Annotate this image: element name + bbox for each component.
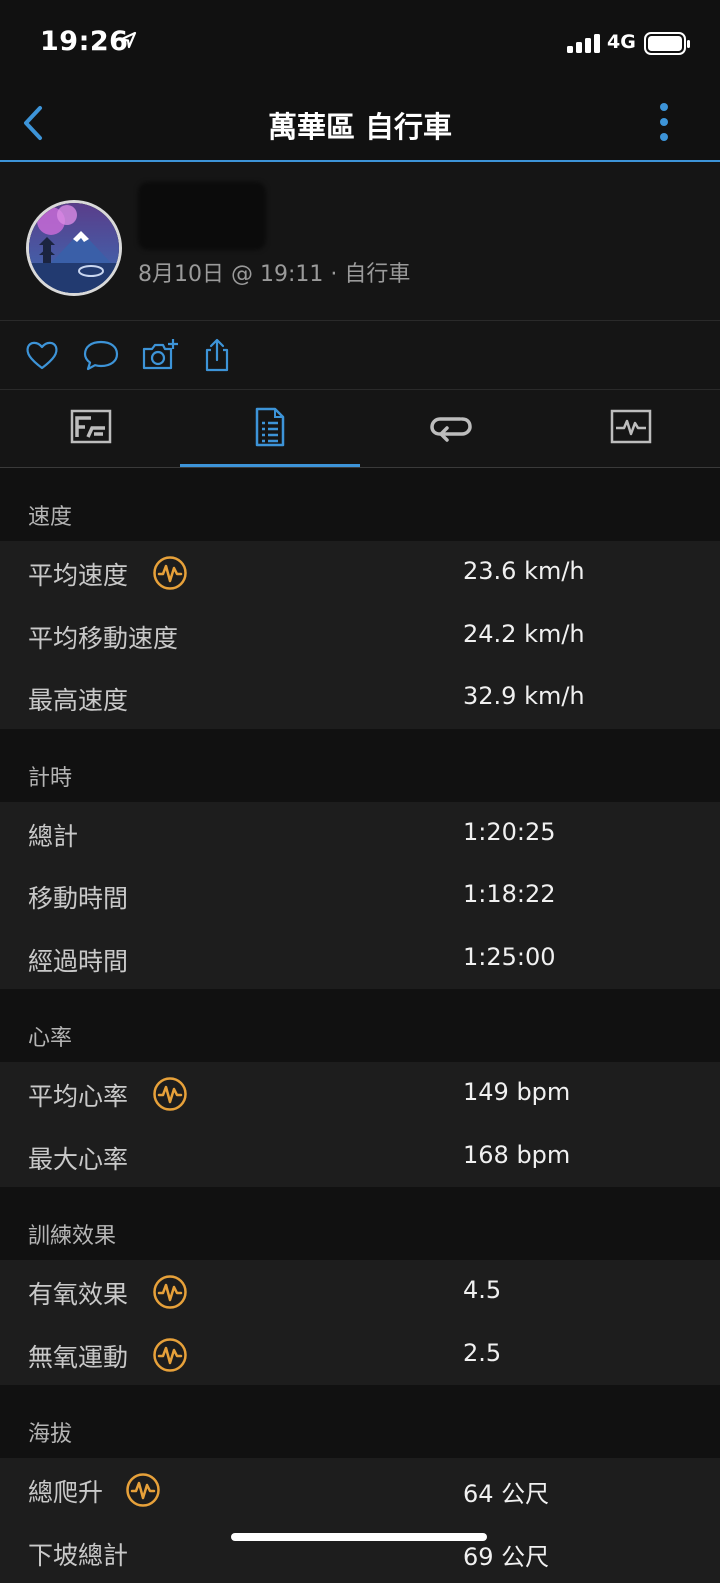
stat-label: 平均心率 [28,1077,128,1113]
stat-value: 24.2 km/h [463,620,585,648]
stats-list: 速度 平均速度 23.6 km/h 平均移動速度 24.2 km/h 最高速度 … [0,468,720,1583]
tab-stats[interactable] [180,390,360,467]
performance-gauge-icon[interactable] [152,1076,188,1112]
activity-owner: 8月10日 @ 19:11 · 自行車 [0,162,720,321]
stat-label: 有氧效果 [28,1275,128,1311]
stat-row-avg-moving-speed[interactable]: 平均移動速度 24.2 km/h [0,604,720,667]
page-title: 萬華區 自行車 [0,104,720,146]
cellular-signal-icon [567,33,601,57]
stat-label: 平均速度 [28,556,128,592]
stat-value: 32.9 km/h [463,682,585,710]
redacted-name [138,182,266,250]
stat-value: 1:25:00 [463,943,556,971]
stat-label: 下坡總計 [28,1536,128,1572]
nav-bar: 萬華區 自行車 [0,88,720,162]
heart-icon[interactable] [24,337,60,373]
stat-row-avg-hr[interactable]: 平均心率 149 bpm [0,1062,720,1125]
stats-document-icon [253,406,287,448]
stat-value: 4.5 [463,1276,501,1304]
stat-row-elapsed-time[interactable]: 經過時間 1:25:00 [0,927,720,990]
section-title: 速度 [28,499,72,531]
more-vertical-icon[interactable] [650,100,678,148]
performance-gauge-icon[interactable] [152,555,188,591]
tab-laps[interactable] [360,390,540,467]
stat-value: 69 公尺 [463,1537,549,1572]
tab-overview[interactable] [0,390,180,467]
section-header: 心率 [0,989,720,1062]
stat-label: 最大心率 [28,1140,128,1176]
chart-icon [610,408,652,446]
activity-tabs [0,390,720,468]
stat-row-max-speed[interactable]: 最高速度 32.9 km/h [0,666,720,729]
status-time: 19:26 [40,26,128,57]
stat-value: 2.5 [463,1339,501,1367]
avatar[interactable] [26,200,122,296]
activity-meta: 8月10日 @ 19:11 · 自行車 [138,256,410,288]
stat-label: 經過時間 [28,942,128,978]
battery-icon [644,32,692,60]
stat-row-aerobic-te[interactable]: 有氧效果 4.5 [0,1260,720,1323]
stat-value: 64 公尺 [463,1474,549,1509]
section-title: 心率 [28,1020,72,1052]
stat-label: 平均移動速度 [28,619,178,655]
stat-row-total-descent[interactable]: 下坡總計 69 公尺 [0,1521,720,1583]
performance-gauge-icon[interactable] [125,1472,161,1508]
section-header: 訓練效果 [0,1187,720,1260]
tab-charts[interactable] [540,390,720,467]
section-header: 計時 [0,729,720,802]
stat-label: 總計 [28,817,78,853]
stat-value: 1:20:25 [463,818,556,846]
stat-value: 23.6 km/h [463,557,585,585]
stat-row-avg-speed[interactable]: 平均速度 23.6 km/h [0,541,720,604]
comment-icon[interactable] [82,337,118,373]
network-type: 4G [607,31,636,53]
stat-value: 168 bpm [463,1141,570,1169]
stat-row-total-time[interactable]: 總計 1:20:25 [0,802,720,865]
stat-value: 149 bpm [463,1078,570,1106]
action-bar [0,321,720,390]
performance-gauge-icon[interactable] [152,1274,188,1310]
home-indicator[interactable] [231,1533,487,1541]
section-header: 速度 [0,468,720,541]
stat-label: 無氧運動 [28,1338,128,1374]
status-bar: 19:26 4G [0,0,720,88]
section-title: 計時 [28,760,72,792]
stat-row-anaerobic-te[interactable]: 無氧運動 2.5 [0,1323,720,1386]
section-header: 海拔 [0,1385,720,1458]
share-icon[interactable] [199,337,235,373]
stat-label: 移動時間 [28,879,128,915]
stat-value: 1:18:22 [463,880,556,908]
performance-gauge-icon[interactable] [152,1337,188,1373]
section-title: 訓練效果 [28,1218,116,1250]
laps-icon [430,408,472,446]
stat-row-moving-time[interactable]: 移動時間 1:18:22 [0,864,720,927]
map-overview-icon [70,408,112,446]
stat-label: 總爬升 [28,1473,103,1509]
location-arrow-icon [118,30,138,54]
stat-row-total-ascent[interactable]: 總爬升 64 公尺 [0,1458,720,1521]
stat-label: 最高速度 [28,681,128,717]
stat-row-max-hr[interactable]: 最大心率 168 bpm [0,1125,720,1188]
section-title: 海拔 [28,1416,72,1448]
camera-add-icon[interactable] [141,337,177,373]
